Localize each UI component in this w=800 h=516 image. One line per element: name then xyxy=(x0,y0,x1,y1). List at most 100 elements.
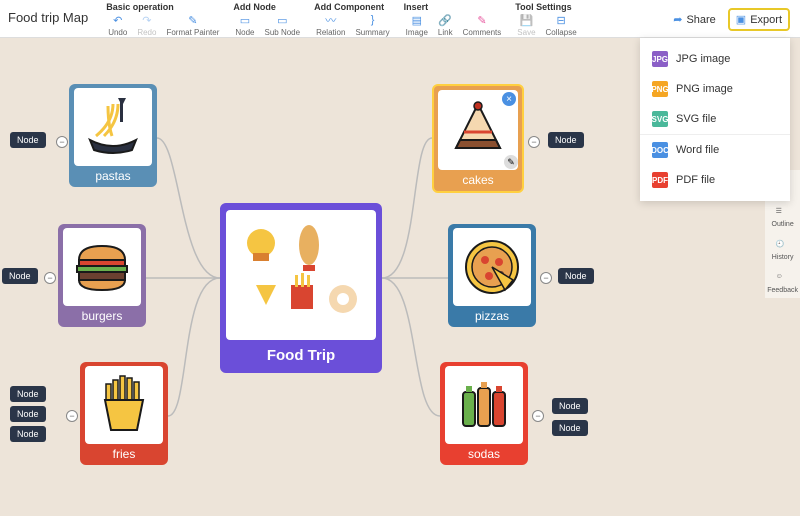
node-label: cakes xyxy=(462,173,493,187)
child-node-badge[interactable]: Node xyxy=(552,420,588,436)
sub-node-button[interactable]: ▭Sub Node xyxy=(260,13,304,37)
export-icon: ▣ xyxy=(736,13,746,26)
redo-icon: ↷ xyxy=(140,13,154,27)
export-button[interactable]: ▣ Export xyxy=(728,8,790,31)
undo-button[interactable]: ↶Undo xyxy=(104,13,131,37)
relation-button[interactable]: 〰Relation xyxy=(312,13,349,37)
child-node-badge[interactable]: Node xyxy=(10,426,46,442)
fries-image xyxy=(85,366,163,444)
node-button[interactable]: ▭Node xyxy=(231,13,258,37)
summary-icon: } xyxy=(366,13,380,27)
comments-button[interactable]: ✎Comments xyxy=(459,13,506,37)
toolbar-item-label: Undo xyxy=(108,28,127,37)
relation-icon: 〰 xyxy=(324,13,338,27)
save-icon: 💾 xyxy=(519,13,533,27)
export-option-label: Word file xyxy=(676,144,719,156)
close-icon[interactable]: × xyxy=(502,92,516,106)
collapse-toggle[interactable]: − xyxy=(540,272,552,284)
toolbar-group-label: Insert xyxy=(402,0,506,13)
node-label: fries xyxy=(113,447,136,461)
share-button[interactable]: ➦ Share xyxy=(667,10,722,29)
share-icon: ➦ xyxy=(673,13,682,26)
child-node-badge[interactable]: Node xyxy=(552,398,588,414)
toolbar-group: Insert▤Image🔗Link✎Comments xyxy=(402,0,506,37)
toolbar-group: Tool Settings💾Save⊟Collapse xyxy=(513,0,580,37)
export-option-jpg[interactable]: JPG JPG image xyxy=(640,44,790,74)
collapse-icon: ⊟ xyxy=(554,13,568,27)
gear-icon[interactable]: ✎ xyxy=(504,155,518,169)
toolbar-item-label: Format Painter xyxy=(166,28,219,37)
toolbar-item-label: Node xyxy=(235,28,254,37)
image-button[interactable]: ▤Image xyxy=(402,13,432,37)
toolbar-item-label: Summary xyxy=(355,28,389,37)
collapse-button[interactable]: ⊟Collapse xyxy=(542,13,581,37)
png-icon: PNG xyxy=(652,81,668,97)
save-button[interactable]: 💾Save xyxy=(513,13,539,37)
doc-icon: DOC xyxy=(652,142,668,158)
export-option-png[interactable]: PNG PNG image xyxy=(640,74,790,104)
export-option-pdf[interactable]: PDF PDF file xyxy=(640,165,790,195)
node-cakes[interactable]: × ✎ cakes xyxy=(432,84,524,193)
pdf-icon: PDF xyxy=(652,172,668,188)
export-menu: JPG JPG image PNG PNG image SVG SVG file DOC Wo… xyxy=(640,38,790,201)
node-label: burgers xyxy=(82,309,123,323)
node-sodas[interactable]: sodas xyxy=(440,362,528,465)
export-option-svg[interactable]: SVG SVG file xyxy=(640,104,790,134)
toolbar: Food trip Map Basic operation↶Undo↷Redo✎… xyxy=(0,0,800,38)
toolbar-item-label: Comments xyxy=(463,28,502,37)
toolbar-group-label: Add Node xyxy=(231,0,304,13)
center-node-food-trip[interactable]: Food Trip xyxy=(220,203,382,373)
app-title: Food trip Map xyxy=(4,0,96,25)
undo-icon: ↶ xyxy=(111,13,125,27)
export-option-label: JPG image xyxy=(676,53,730,65)
jpg-icon: JPG xyxy=(652,51,668,67)
export-option-label: SVG file xyxy=(676,113,716,125)
redo-button[interactable]: ↷Redo xyxy=(133,13,160,37)
collapse-toggle[interactable]: − xyxy=(56,136,68,148)
pastas-image xyxy=(74,88,152,166)
node-pizzas[interactable]: pizzas xyxy=(448,224,536,327)
node-label: pizzas xyxy=(475,309,509,323)
collapse-toggle[interactable]: − xyxy=(66,410,78,422)
link-button[interactable]: 🔗Link xyxy=(434,13,457,37)
toolbar-item-label: Image xyxy=(406,28,428,37)
child-node-badge[interactable]: Node xyxy=(548,132,584,148)
child-node-badge[interactable]: Node xyxy=(2,268,38,284)
node-burgers[interactable]: burgers xyxy=(58,224,146,327)
export-option-label: PDF file xyxy=(676,174,715,186)
toolbar-item-label: Sub Node xyxy=(264,28,300,37)
toolbar-group: Add Node▭Node▭Sub Node xyxy=(231,0,304,37)
format-painter-icon: ✎ xyxy=(186,13,200,27)
collapse-toggle[interactable]: − xyxy=(44,272,56,284)
node-icon: ▭ xyxy=(238,13,252,27)
child-node-badge[interactable]: Node xyxy=(558,268,594,284)
format-painter-button[interactable]: ✎Format Painter xyxy=(162,13,223,37)
toolbar-item-label: Redo xyxy=(137,28,156,37)
child-node-badge[interactable]: Node xyxy=(10,132,46,148)
toolbar-item-label: Link xyxy=(438,28,453,37)
toolbar-group: Add Component〰Relation}Summary xyxy=(312,0,394,37)
collapse-toggle[interactable]: − xyxy=(528,136,540,148)
food-trip-image xyxy=(226,210,376,340)
child-node-badge[interactable]: Node xyxy=(10,406,46,422)
svg-icon: SVG xyxy=(652,111,668,127)
toolbar-group-label: Tool Settings xyxy=(513,0,580,13)
summary-button[interactable]: }Summary xyxy=(351,13,393,37)
center-node-label: Food Trip xyxy=(267,343,335,366)
toolbar-item-label: Collapse xyxy=(546,28,577,37)
child-node-badge[interactable]: Node xyxy=(10,386,46,402)
image-icon: ▤ xyxy=(410,13,424,27)
node-pastas[interactable]: pastas xyxy=(69,84,157,187)
export-option-doc[interactable]: DOC Word file xyxy=(640,134,790,165)
toolbar-group-label: Basic operation xyxy=(104,0,223,13)
sodas-image xyxy=(445,366,523,444)
burgers-image xyxy=(63,228,141,306)
node-label: sodas xyxy=(468,447,500,461)
collapse-toggle[interactable]: − xyxy=(532,410,544,422)
pizzas-image xyxy=(453,228,531,306)
export-option-label: PNG image xyxy=(676,83,733,95)
comments-icon: ✎ xyxy=(475,13,489,27)
node-fries[interactable]: fries xyxy=(80,362,168,465)
sub-node-icon: ▭ xyxy=(275,13,289,27)
toolbar-group: Basic operation↶Undo↷Redo✎Format Painter xyxy=(104,0,223,37)
